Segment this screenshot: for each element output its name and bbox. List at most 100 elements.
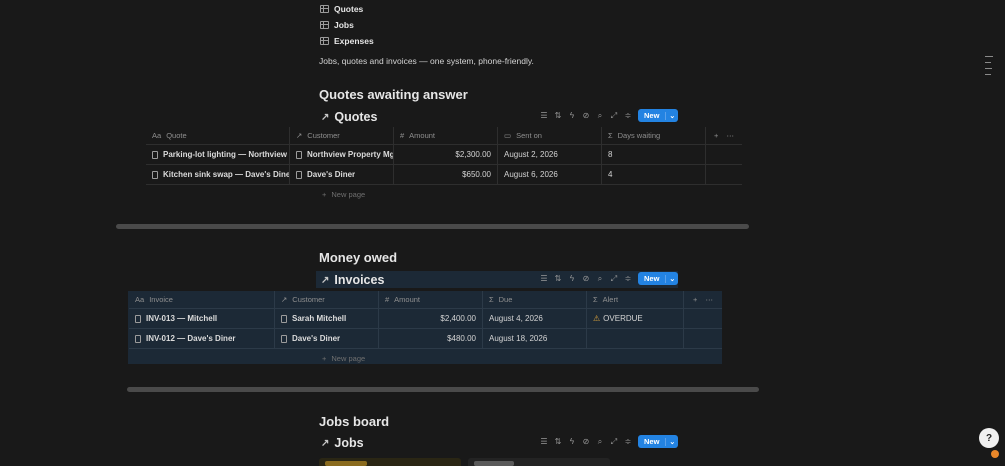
empty-cell <box>706 165 742 184</box>
money-heading: Money owed <box>319 250 398 265</box>
sent-on-cell[interactable]: August 6, 2026 <box>498 165 602 184</box>
link-expenses[interactable]: Expenses <box>320 33 374 49</box>
table-row[interactable]: INV-012 — Dave's Diner Dave's Diner $480… <box>129 329 722 349</box>
settings-icon[interactable]: ≑ <box>624 437 632 446</box>
quote-title-cell[interactable]: Parking-lot lighting — Northview <box>146 145 290 164</box>
days-waiting-cell[interactable]: 8 <box>602 145 706 164</box>
col-days-waiting[interactable]: Σ Days waiting <box>602 127 706 144</box>
chevron-down-icon[interactable]: ⌄ <box>665 111 678 120</box>
add-column-icon[interactable]: + <box>714 131 718 140</box>
chevron-down-icon[interactable]: ⌄ <box>665 437 678 446</box>
link-jobs[interactable]: Jobs <box>320 17 374 33</box>
quote-title-cell[interactable]: Kitchen sink swap — Dave's Diner <box>146 165 290 184</box>
table-icon <box>320 21 329 29</box>
board-column[interactable] <box>468 458 610 466</box>
invoices-view-title[interactable]: ↗ Invoices <box>321 273 384 287</box>
hide-icon[interactable]: ⊘ <box>582 437 590 446</box>
number-icon: # <box>400 131 405 140</box>
more-icon[interactable]: ⋯ <box>726 131 734 140</box>
sort-icon[interactable]: ⇅ <box>554 437 562 446</box>
col-due[interactable]: Σ Due <box>483 291 587 308</box>
automation-icon[interactable]: ϟ <box>568 437 576 446</box>
hide-icon[interactable]: ⊘ <box>582 274 590 283</box>
link-quotes[interactable]: Quotes <box>320 1 374 17</box>
sort-icon[interactable]: ⇅ <box>554 111 562 120</box>
amount-cell[interactable]: $480.00 <box>379 329 483 348</box>
col-customer[interactable]: ↗ Customer <box>275 291 379 308</box>
plus-icon: + <box>322 353 327 363</box>
col-amount[interactable]: # Amount <box>394 127 498 144</box>
sort-icon[interactable]: ⇅ <box>554 274 562 283</box>
quotes-new-button[interactable]: New ⌄ <box>638 109 679 122</box>
amount-cell[interactable]: $2,400.00 <box>379 309 483 328</box>
jobs-toolbar: ☰ ⇅ ϟ ⊘ ⌕ ⤢ ≑ New ⌄ <box>540 435 679 448</box>
expand-icon[interactable]: ⤢ <box>610 274 618 284</box>
due-cell[interactable]: August 4, 2026 <box>483 309 587 328</box>
invoice-title-cell[interactable]: INV-012 — Dave's Diner <box>129 329 275 348</box>
horizontal-scrollbar[interactable] <box>127 387 759 392</box>
invoices-toolbar: ☰ ⇅ ϟ ⊘ ⌕ ⤢ ≑ New ⌄ <box>540 272 679 285</box>
filter-icon[interactable]: ☰ <box>540 111 548 120</box>
invoices-new-button[interactable]: New ⌄ <box>638 272 679 285</box>
due-cell[interactable]: August 18, 2026 <box>483 329 587 348</box>
settings-icon[interactable]: ≑ <box>624 111 632 120</box>
settings-icon[interactable]: ≑ <box>624 274 632 283</box>
col-quote[interactable]: Aa Quote <box>146 127 290 144</box>
page-icon <box>152 150 158 159</box>
expand-icon[interactable]: ⤢ <box>610 111 618 121</box>
page-icon <box>296 170 302 179</box>
table-icon <box>320 37 329 45</box>
table-icon <box>320 5 329 13</box>
amount-cell[interactable]: $650.00 <box>394 165 498 184</box>
col-sent-on[interactable]: ▭ Sent on <box>498 127 602 144</box>
number-icon: # <box>385 295 390 304</box>
search-icon[interactable]: ⌕ <box>596 111 604 121</box>
customer-cell[interactable]: Northview Property Mgmt <box>290 145 394 164</box>
text-prop-icon: Aa <box>152 131 162 140</box>
linked-arrow-icon: ↗ <box>321 437 330 449</box>
customer-cell[interactable]: Dave's Diner <box>275 329 379 348</box>
expand-icon[interactable]: ⤢ <box>610 437 618 447</box>
invoice-title-cell[interactable]: INV-013 — Mitchell <box>129 309 275 328</box>
page-icon <box>296 150 302 159</box>
horizontal-scrollbar[interactable] <box>116 224 749 229</box>
intro-text: Jobs, quotes and invoices — one system, … <box>319 56 534 66</box>
quotes-heading: Quotes awaiting answer <box>319 87 468 102</box>
chevron-down-icon[interactable]: ⌄ <box>665 274 678 283</box>
customer-cell[interactable]: Sarah Mitchell <box>275 309 379 328</box>
table-row[interactable]: Parking-lot lighting — Northview Northvi… <box>146 145 742 165</box>
table-row[interactable]: INV-013 — Mitchell Sarah Mitchell $2,400… <box>129 309 722 329</box>
plus-icon: + <box>322 189 327 199</box>
sent-on-cell[interactable]: August 2, 2026 <box>498 145 602 164</box>
jobs-view-title[interactable]: ↗ Jobs <box>321 436 364 450</box>
col-amount[interactable]: # Amount <box>379 291 483 308</box>
relation-icon: ↗ <box>281 295 288 304</box>
help-button[interactable]: ? <box>979 428 999 448</box>
automation-icon[interactable]: ϟ <box>568 111 576 120</box>
more-icon[interactable]: ⋯ <box>705 295 713 304</box>
table-row[interactable]: Kitchen sink swap — Dave's Diner Dave's … <box>146 165 742 185</box>
automation-icon[interactable]: ϟ <box>568 274 576 283</box>
filter-icon[interactable]: ☰ <box>540 274 548 283</box>
jobs-new-button[interactable]: New ⌄ <box>638 435 679 448</box>
col-alert[interactable]: Σ Alert <box>587 291 684 308</box>
days-waiting-cell[interactable]: 4 <box>602 165 706 184</box>
search-icon[interactable]: ⌕ <box>596 274 604 284</box>
col-invoice[interactable]: Aa Invoice <box>129 291 275 308</box>
hide-icon[interactable]: ⊘ <box>582 111 590 120</box>
formula-icon: Σ <box>608 131 613 140</box>
table-of-contents[interactable] <box>985 56 993 80</box>
calendar-icon: ▭ <box>504 131 512 140</box>
customer-cell[interactable]: Dave's Diner <box>290 165 394 184</box>
col-customer[interactable]: ↗ Customer <box>290 127 394 144</box>
amount-cell[interactable]: $2,300.00 <box>394 145 498 164</box>
invoices-new-page[interactable]: + New page <box>129 349 722 367</box>
add-column-icon[interactable]: + <box>693 295 697 304</box>
board-column[interactable] <box>319 458 461 466</box>
alert-cell[interactable]: ⚠ OVERDUE <box>587 309 684 328</box>
filter-icon[interactable]: ☰ <box>540 437 548 446</box>
quotes-view-title[interactable]: ↗ Quotes <box>321 110 377 124</box>
quotes-new-page[interactable]: + New page <box>146 185 742 203</box>
alert-cell[interactable] <box>587 329 684 348</box>
search-icon[interactable]: ⌕ <box>596 437 604 447</box>
